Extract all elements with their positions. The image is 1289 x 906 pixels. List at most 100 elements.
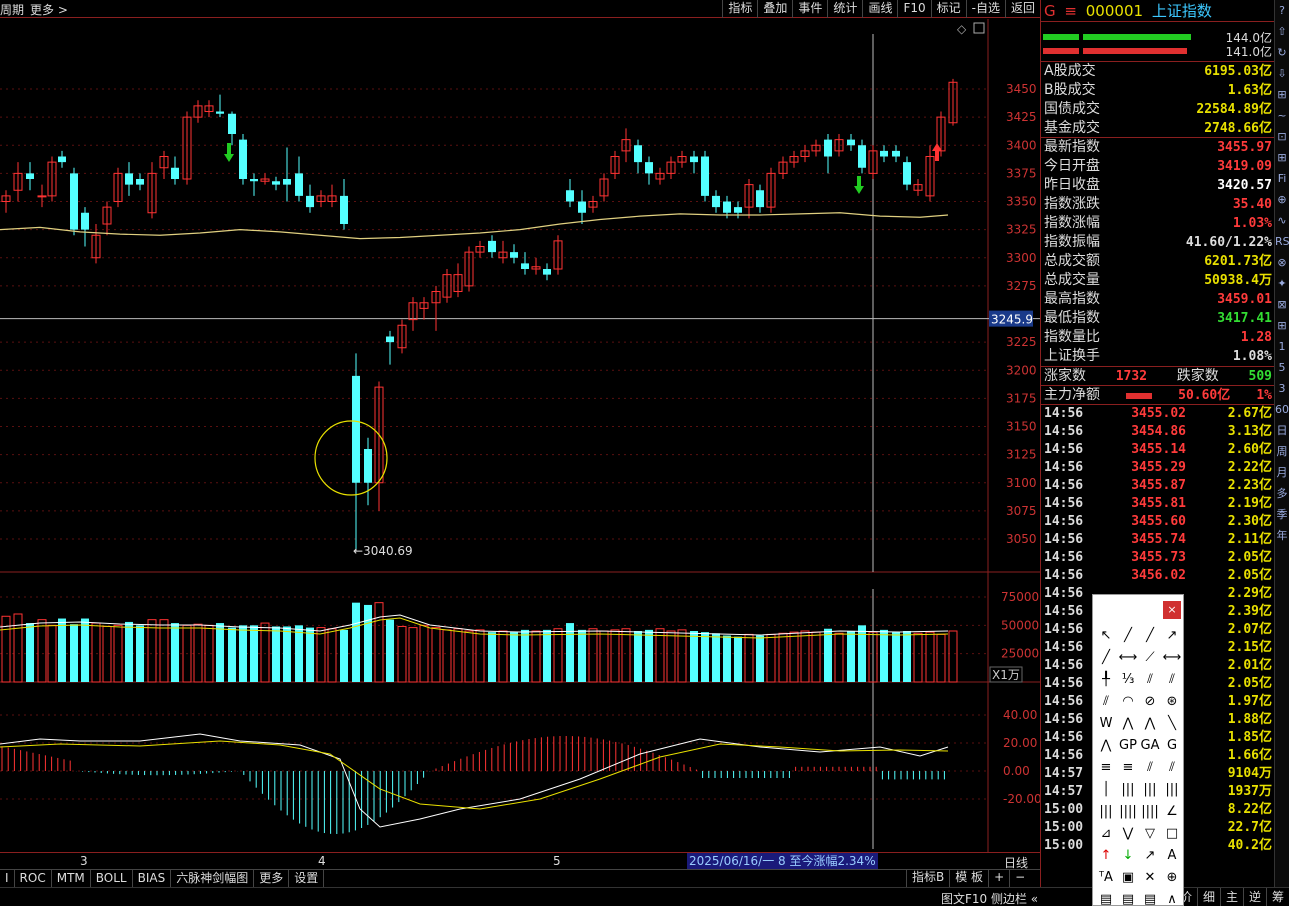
- right-tool-icon[interactable]: RS: [1275, 231, 1289, 252]
- drawing-tool-icon[interactable]: ⅓: [1117, 669, 1139, 691]
- drawing-tool-icon[interactable]: ⫽: [1095, 691, 1117, 713]
- status-btn-ni[interactable]: 逆: [1243, 888, 1266, 906]
- drawing-tool-icon[interactable]: ||||: [1139, 801, 1161, 823]
- period-menu[interactable]: 周期 更多 >: [0, 1, 74, 18]
- right-tool-icon[interactable]: ⊞: [1275, 84, 1289, 105]
- drawing-tool-icon[interactable]: ⫽: [1161, 757, 1183, 779]
- f10-button[interactable]: F10: [897, 0, 930, 18]
- drawing-tool-icon[interactable]: |||: [1139, 779, 1161, 801]
- event-button[interactable]: 事件: [792, 0, 827, 18]
- drawing-tool-icon[interactable]: ╱: [1139, 625, 1161, 647]
- back-button[interactable]: 返回: [1004, 0, 1040, 18]
- right-tool-icon[interactable]: ⊞: [1275, 147, 1289, 168]
- right-tool-icon[interactable]: ⊞: [1275, 315, 1289, 336]
- right-tool-icon[interactable]: 5: [1275, 357, 1289, 378]
- tab-i[interactable]: I: [0, 870, 15, 887]
- right-tool-icon[interactable]: ∿: [1275, 210, 1289, 231]
- right-tool-icon[interactable]: 周: [1275, 441, 1289, 462]
- right-tool-icon[interactable]: ✦: [1275, 273, 1289, 294]
- drawing-tool-icon[interactable]: GP: [1117, 735, 1139, 757]
- remove-watchlist-button[interactable]: -自选: [965, 0, 1005, 18]
- drawing-tool-icon[interactable]: ⋀: [1139, 713, 1161, 735]
- tab-more[interactable]: 更多: [254, 870, 290, 887]
- drawing-tool-icon[interactable]: ⋀: [1117, 713, 1139, 735]
- drawing-tool-icon[interactable]: ▤: [1095, 889, 1117, 906]
- right-tool-icon[interactable]: 年: [1275, 525, 1289, 546]
- drawing-tool-icon[interactable]: ╱: [1117, 625, 1139, 647]
- status-btn-chou[interactable]: 筹: [1266, 888, 1289, 906]
- drawing-tool-icon[interactable]: ↑: [1095, 845, 1117, 867]
- overlay-button[interactable]: 叠加: [757, 0, 792, 18]
- right-tool-icon[interactable]: 季: [1275, 504, 1289, 525]
- right-tool-icon[interactable]: ⊠: [1275, 294, 1289, 315]
- draw-line-button[interactable]: 画线: [862, 0, 897, 18]
- template-button[interactable]: 模 板: [949, 869, 988, 887]
- right-tool-icon[interactable]: ⊕: [1275, 189, 1289, 210]
- right-tool-icon[interactable]: ⊗: [1275, 252, 1289, 273]
- drawing-tool-icon[interactable]: ╀: [1095, 669, 1117, 691]
- drawing-tool-icon[interactable]: ╱: [1095, 647, 1117, 669]
- drawing-tool-icon[interactable]: ▽: [1139, 823, 1161, 845]
- drawing-tool-icon[interactable]: |||: [1161, 779, 1183, 801]
- right-tool-icon[interactable]: 60: [1275, 399, 1289, 420]
- drawing-tool-icon[interactable]: ◠: [1117, 691, 1139, 713]
- status-btn-xi[interactable]: 细: [1197, 888, 1220, 906]
- drawing-tool-icon[interactable]: ▣: [1117, 867, 1139, 889]
- right-tool-icon[interactable]: Fi: [1275, 168, 1289, 189]
- close-icon[interactable]: ×: [1163, 601, 1181, 619]
- drawing-tool-icon[interactable]: ⫽: [1139, 669, 1161, 691]
- kline-chart[interactable]: 3450 3425 3400 3375 3350 3325 3300 3275 3225 3200…: [0, 19, 1040, 852]
- drawing-tool-icon[interactable]: ⟷: [1117, 647, 1139, 669]
- drawing-tool-icon[interactable]: ╲: [1161, 713, 1183, 735]
- drawing-tool-icon[interactable]: ⋁: [1117, 823, 1139, 845]
- drawing-tool-icon[interactable]: ↖: [1095, 625, 1117, 647]
- drawing-tool-icon[interactable]: ≡: [1117, 757, 1139, 779]
- stats-button[interactable]: 统计: [827, 0, 862, 18]
- right-tool-icon[interactable]: 3: [1275, 378, 1289, 399]
- tab-bias[interactable]: BIAS: [133, 870, 172, 887]
- menu-icon[interactable]: ≡: [1064, 2, 1077, 20]
- sidebar-toggle[interactable]: 图文F10 侧边栏 «: [941, 890, 1038, 906]
- right-tool-icon[interactable]: ⇩: [1275, 63, 1289, 84]
- tab-mtm[interactable]: MTM: [52, 870, 91, 887]
- drawing-tool-icon[interactable]: ⊿: [1095, 823, 1117, 845]
- drawing-tool-icon[interactable]: ||||: [1117, 801, 1139, 823]
- tab-liumai[interactable]: 六脉神剑幅图: [171, 870, 255, 887]
- drawing-tool-icon[interactable]: A: [1161, 845, 1183, 867]
- right-tool-icon[interactable]: 多: [1275, 483, 1289, 504]
- drawing-tool-icon[interactable]: │: [1095, 779, 1117, 801]
- right-tool-icon[interactable]: ?: [1275, 0, 1289, 21]
- right-tool-icon[interactable]: 月: [1275, 462, 1289, 483]
- indicator-b-button[interactable]: 指标B: [906, 869, 949, 887]
- drawing-tool-icon[interactable]: ⊘: [1139, 691, 1161, 713]
- right-tool-icon[interactable]: ⇧: [1275, 21, 1289, 42]
- drawing-tool-icon[interactable]: W: [1095, 713, 1117, 735]
- drawing-tool-icon[interactable]: ↗: [1139, 845, 1161, 867]
- more-label[interactable]: 更多 >: [30, 3, 68, 17]
- period-label[interactable]: 周期: [0, 3, 24, 17]
- drawing-tool-icon[interactable]: ✕: [1139, 867, 1161, 889]
- right-tool-icon[interactable]: ↻: [1275, 42, 1289, 63]
- right-tool-icon[interactable]: 1: [1275, 336, 1289, 357]
- drawing-tool-icon[interactable]: ⋀: [1095, 735, 1117, 757]
- drawing-tool-icon[interactable]: ⫽: [1139, 757, 1161, 779]
- drawing-tool-icon[interactable]: ⟷: [1161, 647, 1183, 669]
- drawing-tool-icon[interactable]: ⟋: [1139, 647, 1161, 669]
- mark-button[interactable]: 标记: [930, 0, 966, 18]
- drawing-tool-icon[interactable]: ᵀA: [1095, 867, 1117, 889]
- status-btn-zhu[interactable]: 主: [1220, 888, 1243, 906]
- drawing-tool-icon[interactable]: |||: [1095, 801, 1117, 823]
- right-tool-icon[interactable]: 日: [1275, 420, 1289, 441]
- drawing-tool-icon[interactable]: ∧: [1161, 889, 1183, 906]
- plus-button[interactable]: +: [988, 869, 1009, 887]
- drawing-tool-icon[interactable]: ⊛: [1161, 691, 1183, 713]
- drawing-tool-icon[interactable]: ▤: [1117, 889, 1139, 906]
- drawing-tool-icon[interactable]: ⫽: [1161, 669, 1183, 691]
- tab-boll[interactable]: BOLL: [91, 870, 133, 887]
- drawing-tool-icon[interactable]: GA: [1139, 735, 1161, 757]
- tab-settings[interactable]: 设置: [289, 870, 325, 887]
- indicator-button[interactable]: 指标: [722, 0, 757, 18]
- right-tool-icon[interactable]: ⊡: [1275, 126, 1289, 147]
- drawing-tool-icon[interactable]: ↓: [1117, 845, 1139, 867]
- drawing-tool-icon[interactable]: |||: [1117, 779, 1139, 801]
